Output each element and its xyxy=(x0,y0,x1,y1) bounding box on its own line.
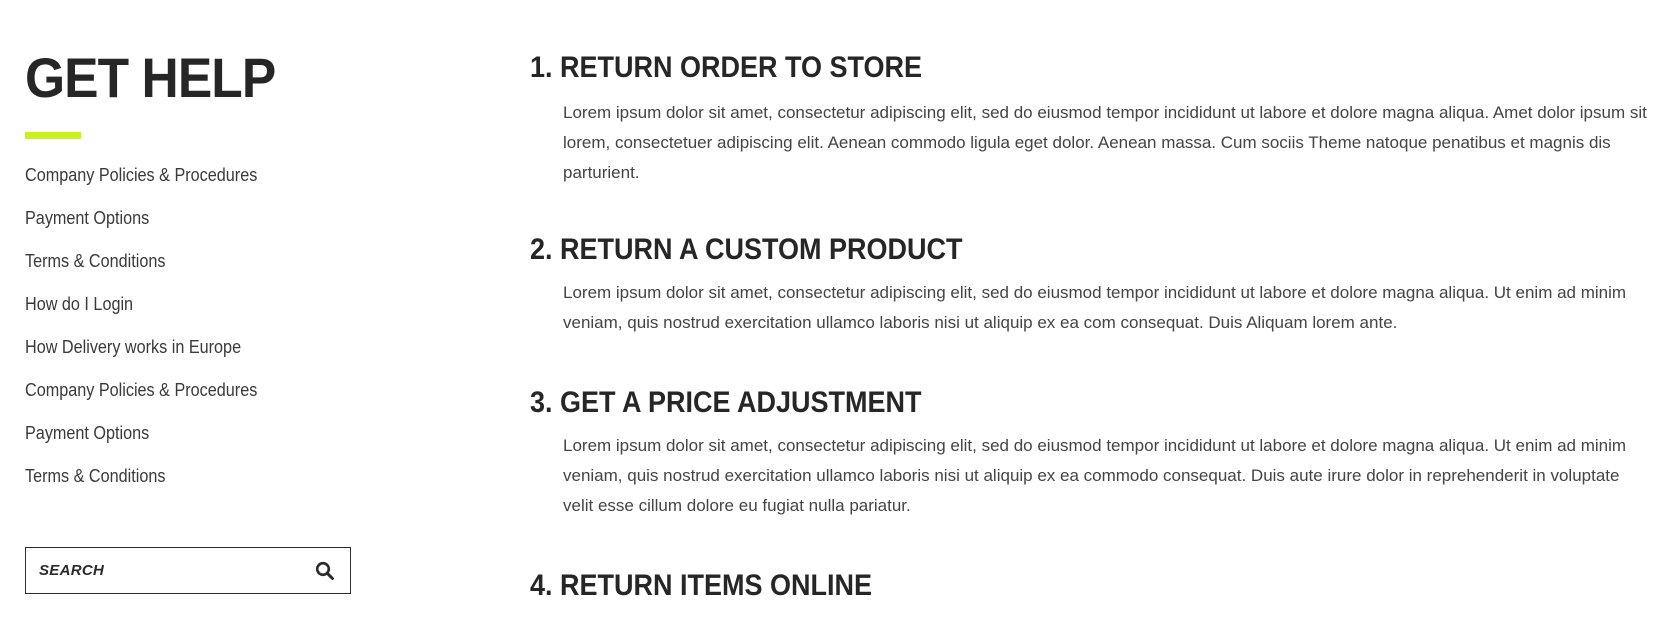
search-form xyxy=(25,547,351,594)
section-body: Lorem ipsum dolor sit amet, consectetur … xyxy=(563,283,1627,332)
help-links-list: Company Policies & Procedures Payment Op… xyxy=(25,163,283,507)
search-button[interactable] xyxy=(300,548,350,593)
section-heading: 4. RETURN ITEMS ONLINE xyxy=(530,569,873,602)
section-body: Lorem ipsum dolor sit amet, consectetur … xyxy=(563,103,1647,182)
section-heading: 1. RETURN ORDER TO STORE xyxy=(530,51,923,84)
section-heading: 3. GET A PRICE ADJUSTMENT xyxy=(530,386,922,419)
section-heading: 2. RETURN A CUSTOM PRODUCT xyxy=(530,233,963,266)
help-link-company-policies-2[interactable]: Company Policies & Procedures xyxy=(25,378,257,421)
help-link-terms-conditions[interactable]: Terms & Conditions xyxy=(25,249,257,292)
help-link-terms-conditions-2[interactable]: Terms & Conditions xyxy=(25,464,257,507)
search-icon xyxy=(315,561,334,580)
page-title: GET HELP xyxy=(25,46,276,109)
search-input[interactable] xyxy=(26,548,300,593)
help-link-how-to-login[interactable]: How do I Login xyxy=(25,292,257,335)
help-link-company-policies[interactable]: Company Policies & Procedures xyxy=(25,163,257,206)
help-page: GET HELP Company Policies & Procedures P… xyxy=(0,0,1659,628)
help-link-delivery-europe[interactable]: How Delivery works in Europe xyxy=(25,335,257,378)
help-link-payment-options-2[interactable]: Payment Options xyxy=(25,421,257,464)
help-link-payment-options[interactable]: Payment Options xyxy=(25,206,257,249)
title-accent-bar xyxy=(25,132,81,139)
section-body: Lorem ipsum dolor sit amet, consectetur … xyxy=(563,436,1627,515)
